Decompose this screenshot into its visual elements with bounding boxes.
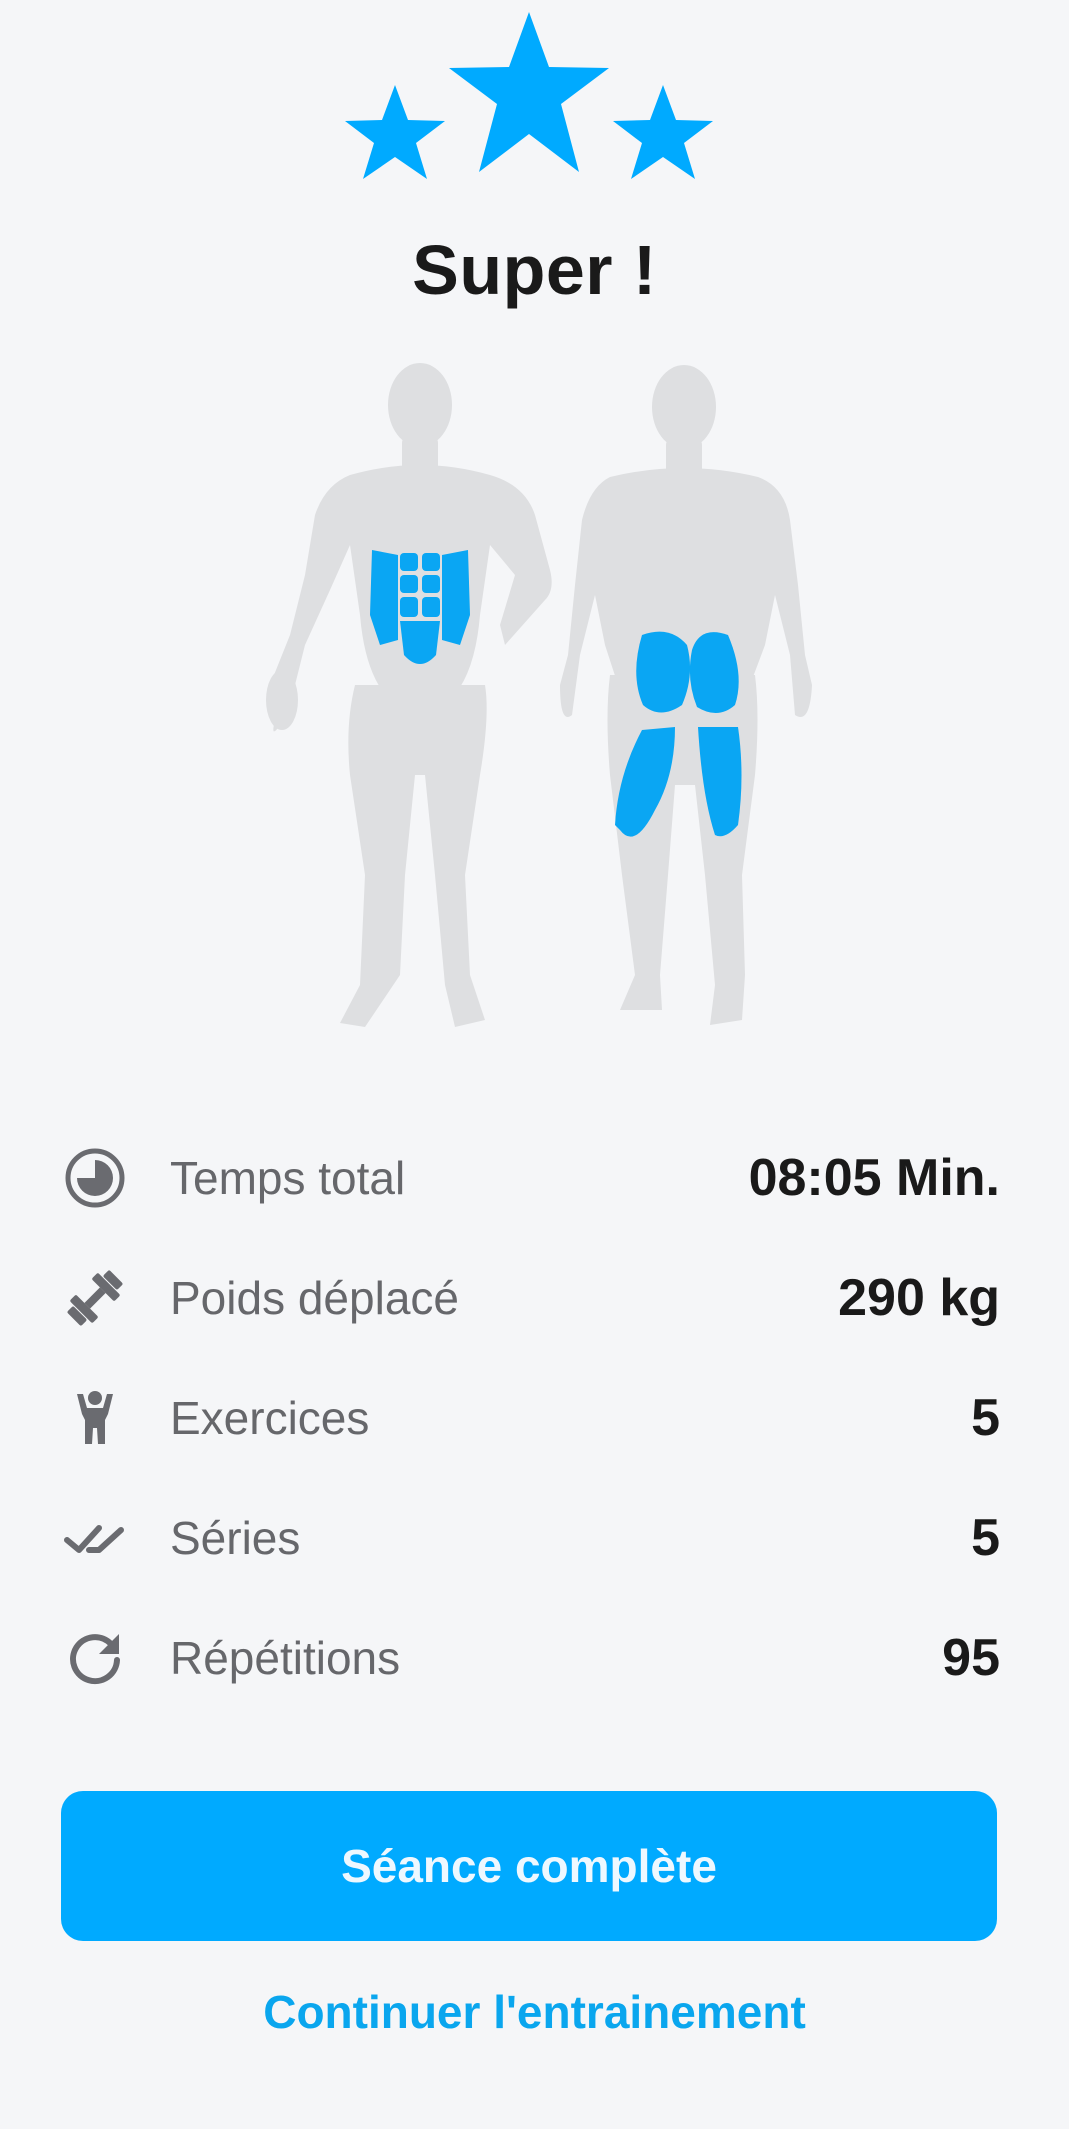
stat-row-total-time: Temps total 08:05 Min. — [60, 1118, 1000, 1238]
dumbbell-icon — [60, 1263, 130, 1333]
refresh-icon — [60, 1623, 130, 1693]
workout-summary-screen: Super ! Temps total 08:05 Min. Poids dép… — [0, 0, 1069, 2129]
stat-value: 5 — [971, 1389, 1000, 1447]
stat-row-sets: Séries 5 — [60, 1478, 1000, 1598]
stat-label: Répétitions — [170, 1632, 401, 1684]
star-icon — [345, 85, 445, 179]
back-body-figure — [560, 365, 812, 1025]
front-body-figure — [266, 363, 552, 1027]
star-icon — [613, 85, 713, 179]
stat-row-exercises: Exercices 5 — [60, 1358, 1000, 1478]
page-title: Super ! — [412, 231, 657, 309]
stat-row-weight-moved: Poids déplacé 290 kg — [60, 1238, 1000, 1358]
stat-value: 95 — [942, 1629, 1000, 1687]
stat-label: Exercices — [170, 1392, 370, 1444]
stat-value: 290 kg — [838, 1269, 1000, 1327]
stat-label: Temps total — [170, 1152, 406, 1204]
double-check-icon — [60, 1503, 130, 1573]
person-icon — [60, 1383, 130, 1453]
timer-icon — [60, 1143, 130, 1213]
stat-row-reps: Répétitions 95 — [60, 1598, 1000, 1718]
star-icon — [449, 12, 609, 172]
rating-stars — [345, 12, 713, 179]
stat-label: Séries — [170, 1512, 301, 1564]
stat-value: 5 — [971, 1509, 1000, 1567]
continue-training-link[interactable]: Continuer l'entrainement — [0, 1985, 1069, 2039]
stat-value: 08:05 Min. — [748, 1149, 1000, 1207]
complete-session-button[interactable]: Séance complète — [61, 1791, 997, 1941]
muscle-map — [266, 363, 812, 1027]
workout-stats-list: Temps total 08:05 Min. Poids déplacé 290… — [60, 1118, 1000, 1718]
stat-label: Poids déplacé — [170, 1272, 459, 1324]
